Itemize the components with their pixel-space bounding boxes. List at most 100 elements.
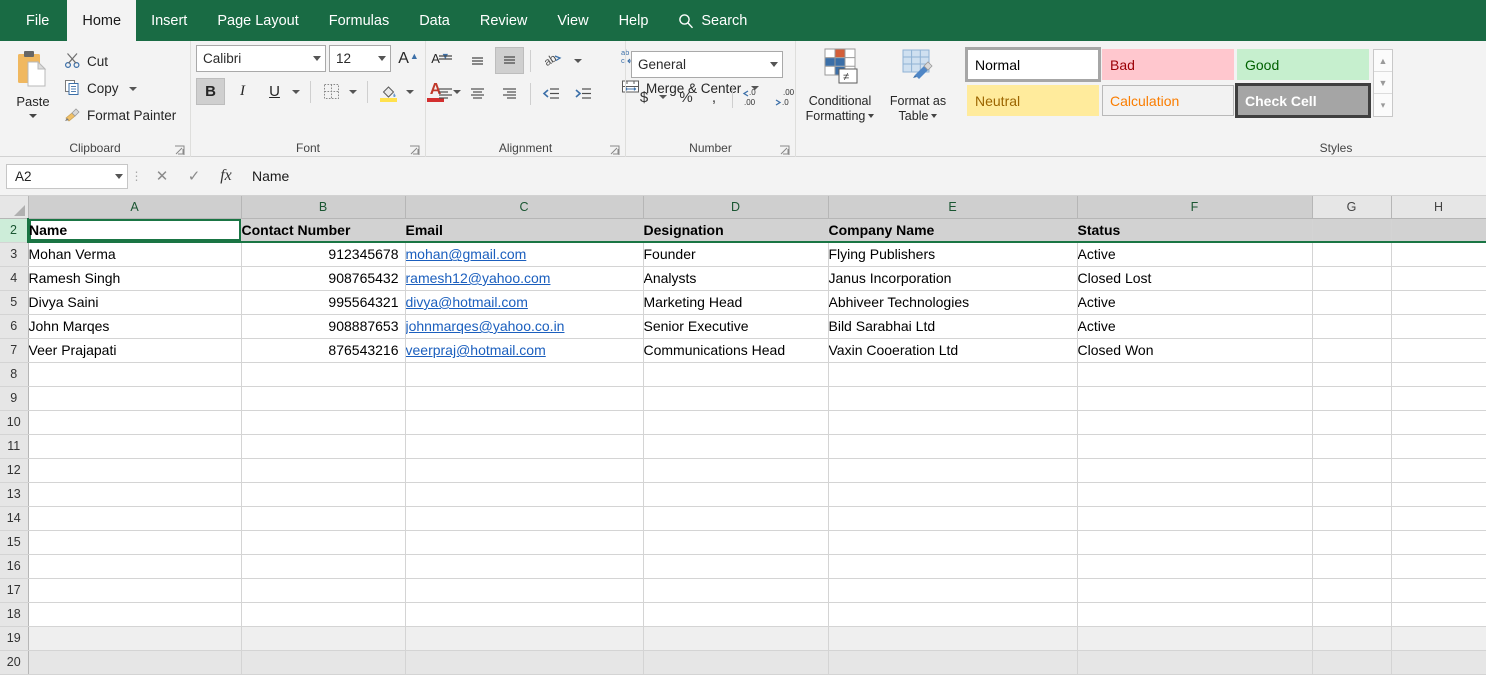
cell-E14[interactable] [828,506,1078,531]
cell-E15[interactable] [828,530,1078,555]
cell-F10[interactable] [1077,410,1313,435]
cell-B6[interactable]: 908887653 [241,314,406,339]
row-header-10[interactable]: 10 [0,410,29,435]
column-header-e[interactable]: E [828,196,1078,219]
chevron-down-icon[interactable] [292,89,300,94]
cell-F9[interactable] [1077,386,1313,411]
cell-F18[interactable] [1077,602,1313,627]
style-swatch-calculation[interactable]: Calculation [1102,85,1234,116]
cell-E18[interactable] [828,602,1078,627]
style-swatch-neutral[interactable]: Neutral [967,85,1099,116]
cell-B13[interactable] [241,482,406,507]
cell-A4[interactable]: Ramesh Singh [28,266,242,291]
chevron-down-icon[interactable] [115,173,123,179]
cell-D2[interactable]: Designation [643,218,829,243]
cell-F5[interactable]: Active [1077,290,1313,315]
cell-C14[interactable] [405,506,644,531]
chevron-down-icon[interactable] [574,58,582,63]
cell-C3[interactable]: mohan@gmail.com [405,242,644,267]
cell-D16[interactable] [643,554,829,579]
cell-H14[interactable] [1391,506,1486,531]
align-top-button[interactable] [431,47,460,74]
font-size-combo[interactable]: 12 [329,45,391,72]
column-header-a[interactable]: A [28,196,242,219]
cell-F16[interactable] [1077,554,1313,579]
row-header-20[interactable]: 20 [0,650,29,675]
style-swatch-bad[interactable]: Bad [1102,49,1234,80]
gallery-scroll-up-icon[interactable]: ▲ [1374,50,1392,72]
cell-A18[interactable] [28,602,242,627]
clipboard-dialog-launcher-icon[interactable] [174,143,185,155]
cell-G6[interactable] [1312,314,1392,339]
alignment-dialog-launcher-icon[interactable] [609,143,620,155]
cell-A5[interactable]: Divya Saini [28,290,242,315]
gallery-scroll-down-icon[interactable]: ▼ [1374,72,1392,94]
cell-A12[interactable] [28,458,242,483]
cell-G20[interactable] [1312,650,1392,675]
cell-A7[interactable]: Veer Prajapati [28,338,242,363]
increase-decimal-button[interactable]: .0.00 [738,84,768,110]
cell-D12[interactable] [643,458,829,483]
cell-H3[interactable] [1391,242,1486,267]
row-header-14[interactable]: 14 [0,506,29,531]
cell-H13[interactable] [1391,482,1486,507]
style-swatch-good[interactable]: Good [1237,49,1369,80]
cancel-entry-button[interactable]: ✕ [146,163,178,189]
cell-B19[interactable] [241,626,406,651]
cell-H16[interactable] [1391,554,1486,579]
column-header-d[interactable]: D [643,196,829,219]
row-header-18[interactable]: 18 [0,602,29,627]
borders-button[interactable] [317,78,346,105]
italic-button[interactable]: I [228,78,257,105]
align-right-button[interactable] [495,80,524,107]
cell-F3[interactable]: Active [1077,242,1313,267]
cell-E12[interactable] [828,458,1078,483]
cell-D4[interactable]: Analysts [643,266,829,291]
cell-F2[interactable]: Status [1077,218,1313,243]
cell-B3[interactable]: 912345678 [241,242,406,267]
formula-input[interactable]: Name [242,163,1480,189]
cell-G10[interactable] [1312,410,1392,435]
cell-B10[interactable] [241,410,406,435]
cell-H11[interactable] [1391,434,1486,459]
cell-H10[interactable] [1391,410,1486,435]
cell-B2[interactable]: Contact Number [241,218,406,243]
cell-F17[interactable] [1077,578,1313,603]
cell-C12[interactable] [405,458,644,483]
cell-D8[interactable] [643,362,829,387]
cell-B5[interactable]: 995564321 [241,290,406,315]
cell-F12[interactable] [1077,458,1313,483]
tab-formulas[interactable]: Formulas [314,0,404,41]
underline-button[interactable]: U [260,78,289,105]
align-bottom-button[interactable] [495,47,524,74]
align-middle-button[interactable] [463,47,492,74]
cell-D20[interactable] [643,650,829,675]
cell-D7[interactable]: Communications Head [643,338,829,363]
increase-indent-button[interactable] [569,80,598,107]
column-header-h[interactable]: H [1391,196,1486,219]
cell-A2[interactable]: Name [28,218,242,243]
cell-A14[interactable] [28,506,242,531]
decrease-indent-button[interactable] [537,80,566,107]
cell-F4[interactable]: Closed Lost [1077,266,1313,291]
paste-button[interactable]: Paste [5,45,61,118]
cell-F20[interactable] [1077,650,1313,675]
cell-C2[interactable]: Email [405,218,644,243]
row-header-5[interactable]: 5 [0,290,29,315]
cell-A8[interactable] [28,362,242,387]
cell-E7[interactable]: Vaxin Cooeration Ltd [828,338,1078,363]
cell-F11[interactable] [1077,434,1313,459]
cell-G19[interactable] [1312,626,1392,651]
row-header-19[interactable]: 19 [0,626,29,651]
cell-B18[interactable] [241,602,406,627]
cell-G12[interactable] [1312,458,1392,483]
cell-E9[interactable] [828,386,1078,411]
align-left-button[interactable] [431,80,460,107]
style-swatch-normal[interactable]: Normal [967,49,1099,80]
cell-C11[interactable] [405,434,644,459]
cell-D3[interactable]: Founder [643,242,829,267]
cell-C8[interactable] [405,362,644,387]
cell-C9[interactable] [405,386,644,411]
row-header-11[interactable]: 11 [0,434,29,459]
cell-D15[interactable] [643,530,829,555]
